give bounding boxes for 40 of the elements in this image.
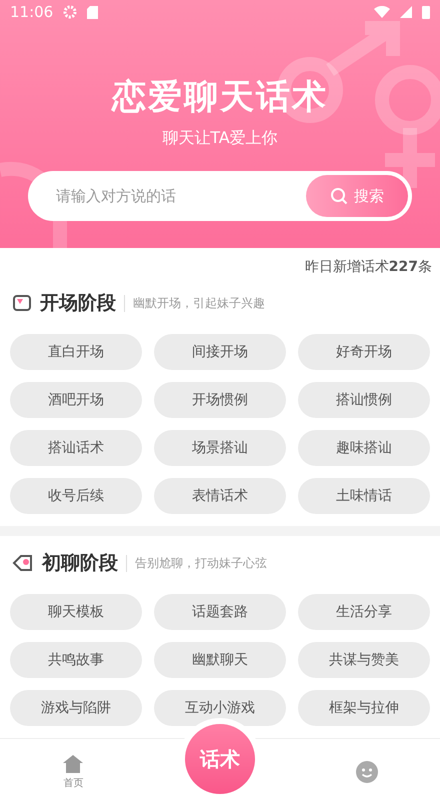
- tag-icon: [12, 554, 34, 572]
- topic-tag[interactable]: 开场惯例: [154, 382, 286, 418]
- sd-card-icon: [87, 6, 98, 18]
- app-subtitle: 聊天让TA爱上你: [162, 128, 278, 149]
- topic-tag[interactable]: 酒吧开场: [10, 382, 142, 418]
- search-icon: [330, 187, 348, 205]
- topic-tag[interactable]: 场景搭讪: [154, 430, 286, 466]
- topic-tag[interactable]: 搭讪话术: [10, 430, 142, 466]
- smiley-icon[interactable]: [354, 760, 379, 784]
- topic-tag[interactable]: 共鸣故事: [10, 642, 142, 678]
- topic-tag[interactable]: 搭讪惯例: [298, 382, 430, 418]
- section-title: 初聊阶段: [42, 551, 118, 576]
- topic-tag[interactable]: 框架与拉伸: [298, 690, 430, 726]
- topic-tag[interactable]: 幽默聊天: [154, 642, 286, 678]
- section-title: 开场阶段: [40, 291, 116, 316]
- topic-tag[interactable]: 间接开场: [154, 334, 286, 370]
- topic-tag[interactable]: 直白开场: [10, 334, 142, 370]
- section-subtitle: 告别尬聊，打动妹子心弦: [126, 554, 267, 572]
- topic-tag[interactable]: 生活分享: [298, 594, 430, 630]
- gear-icon: [63, 5, 78, 19]
- topic-tag[interactable]: 互动小游戏: [154, 690, 286, 726]
- home-icon: [62, 754, 84, 774]
- topic-tag[interactable]: 共谋与赞美: [298, 642, 430, 678]
- topic-tag[interactable]: 收号后续: [10, 478, 142, 514]
- wifi-icon: [374, 6, 390, 18]
- topic-tag[interactable]: 趣味搭讪: [298, 430, 430, 466]
- topic-tag[interactable]: 聊天模板: [10, 594, 142, 630]
- topic-tag[interactable]: 游戏与陷阱: [10, 690, 142, 726]
- topic-tag[interactable]: 话题套路: [154, 594, 286, 630]
- home-tab[interactable]: 首页: [56, 753, 90, 791]
- topic-tag[interactable]: 表情话术: [154, 478, 286, 514]
- battery-icon: [422, 5, 430, 19]
- topic-tag[interactable]: 土味情话: [298, 478, 430, 514]
- app-title: 恋爱聊天话术: [110, 76, 329, 119]
- status-time: 11:06: [10, 3, 54, 21]
- card-icon: [12, 294, 32, 312]
- section-subtitle: 幽默开场，引起妹子兴趣: [124, 294, 265, 312]
- topic-tag[interactable]: 好奇开场: [298, 334, 430, 370]
- stats-text: 昨日新增话术227条: [304, 258, 432, 276]
- signal-icon: [400, 6, 412, 18]
